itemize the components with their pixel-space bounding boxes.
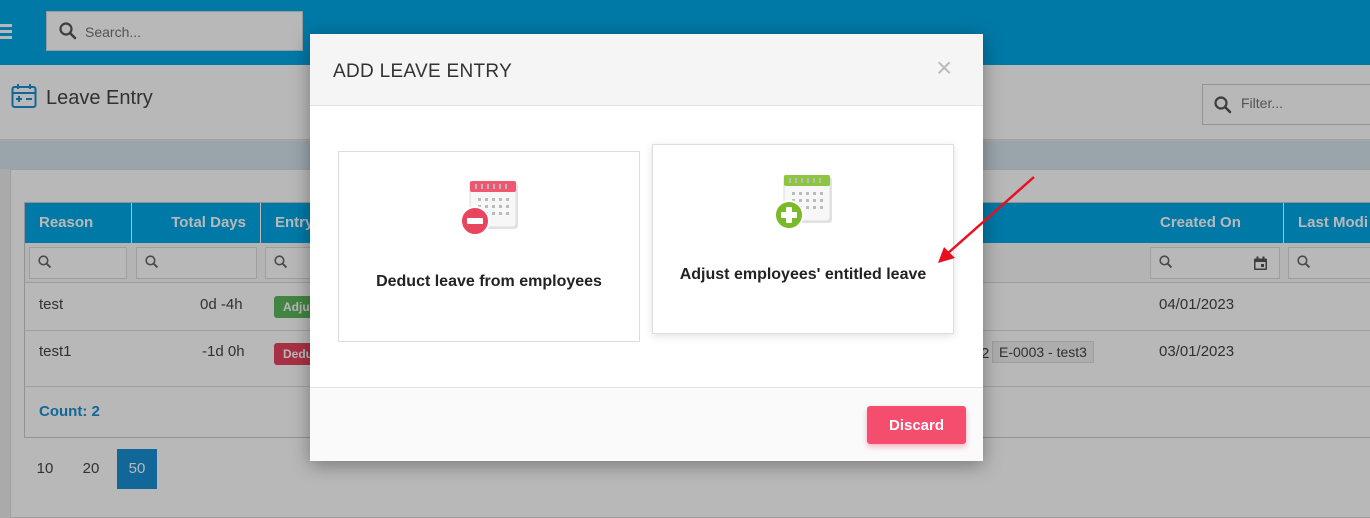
annotation-arrow bbox=[938, 176, 1035, 263]
